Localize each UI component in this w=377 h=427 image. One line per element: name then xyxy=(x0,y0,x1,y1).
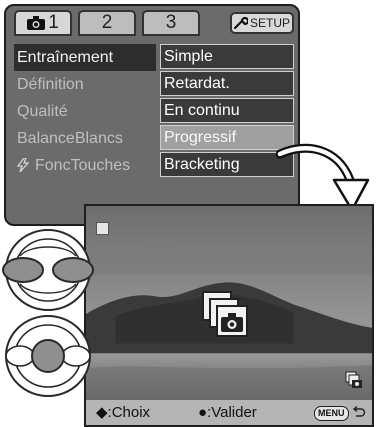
setup-tab[interactable]: SETUP xyxy=(230,12,294,34)
menu-key-badge: MENU xyxy=(314,406,349,421)
setup-label: SETUP xyxy=(249,16,290,30)
photo-preview: ◆:Choix ●:Valider MENU xyxy=(84,204,374,427)
status-bar: ◆:Choix ●:Valider MENU xyxy=(86,400,372,425)
tab-3[interactable]: 3 xyxy=(142,10,200,36)
menu-label-white-balance[interactable]: BalanceBlancs xyxy=(14,125,156,152)
tab-2[interactable]: 2 xyxy=(78,10,136,36)
tabs-row: 1 2 3 SETUP xyxy=(6,6,298,38)
tab-3-label: 3 xyxy=(165,12,177,33)
menu-label-key-functions[interactable]: FoncTouches xyxy=(14,152,156,179)
controller-left-right[interactable] xyxy=(0,222,110,318)
menu-row-white-balance: BalanceBlancs Progressif xyxy=(14,125,294,152)
menu-option-bracketing[interactable]: Bracketing xyxy=(160,152,294,177)
wrench-icon xyxy=(233,17,248,29)
camera-icon xyxy=(27,16,46,30)
menu-option-self-timer[interactable]: Retardat. xyxy=(160,71,294,96)
menu-label-drive[interactable]: Entraînement xyxy=(14,44,156,71)
controller-center[interactable] xyxy=(0,308,110,404)
menu-label-key-functions-text: FoncTouches xyxy=(35,157,131,174)
continuous-drive-icon xyxy=(202,291,248,337)
back-arrow-icon xyxy=(352,405,366,417)
drive-mode-small-icon xyxy=(345,371,362,388)
menu-row-quality: Qualité En continu xyxy=(14,98,294,125)
menu-row-resolution: Définition Retardat. xyxy=(14,71,294,98)
menu-label-quality[interactable]: Qualité xyxy=(14,98,156,125)
status-validate: ●:Valider xyxy=(198,404,257,421)
menu-option-single[interactable]: Simple xyxy=(160,44,294,69)
menu-panel: 1 2 3 SETUP Entraînement Simple Définiti… xyxy=(4,4,300,226)
menu-option-continuous[interactable]: En continu xyxy=(160,98,294,123)
tab-1[interactable]: 1 xyxy=(14,10,72,36)
flash-icon xyxy=(17,158,29,172)
menu-option-progressive[interactable]: Progressif xyxy=(160,125,294,150)
menu-row-key-functions: FoncTouches Bracketing xyxy=(14,152,294,179)
menu-row-drive: Entraînement Simple xyxy=(14,44,294,71)
tab-2-label: 2 xyxy=(101,12,113,33)
menu-label-resolution[interactable]: Définition xyxy=(14,71,156,98)
tab-1-label: 1 xyxy=(48,12,59,33)
